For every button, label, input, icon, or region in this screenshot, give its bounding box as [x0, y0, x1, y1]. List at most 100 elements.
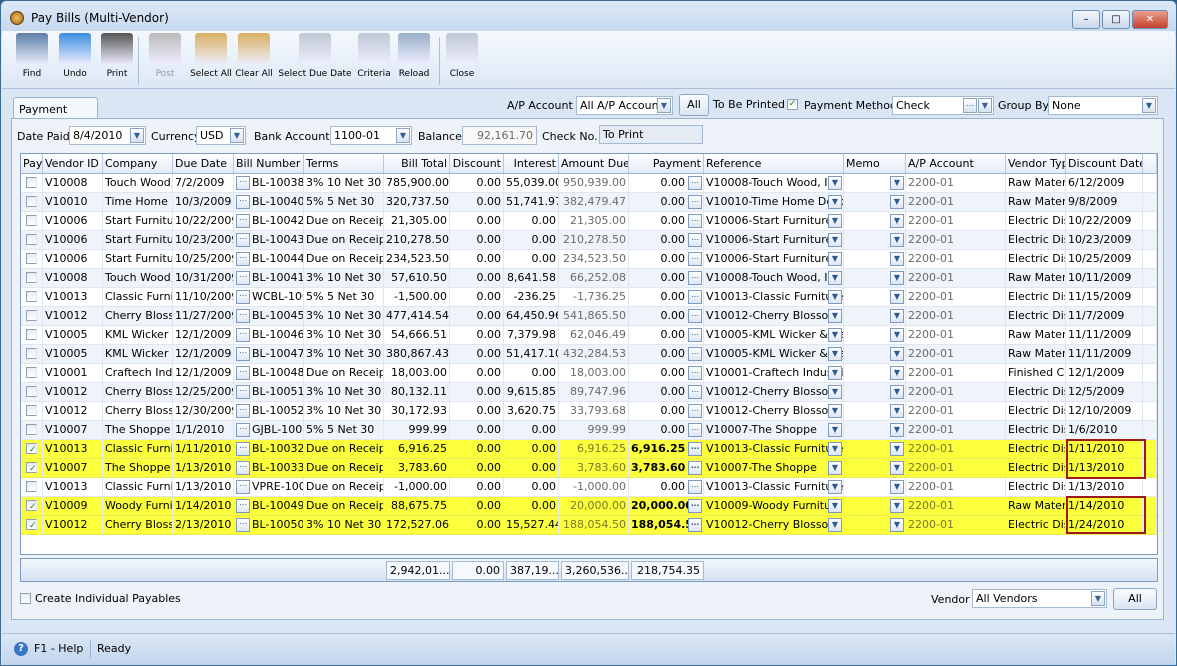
cell-memo[interactable]: ▼ — [844, 326, 906, 344]
column-header[interactable]: Reference — [704, 154, 844, 173]
cell-reference[interactable]: V10006-Start Furniture ▼ — [704, 231, 844, 249]
cell-payment[interactable]: 0.00 ⋯ — [629, 212, 704, 230]
vendor-all-button[interactable]: All — [1113, 588, 1157, 610]
pay-checkbox[interactable]: ✓ — [26, 462, 37, 473]
cell-bill-number[interactable]: ⋯ BL-10044 — [234, 250, 304, 268]
create-individual-payables-checkbox[interactable] — [20, 593, 31, 604]
cell-memo[interactable]: ▼ — [844, 345, 906, 363]
cell-pay[interactable] — [21, 174, 43, 192]
print-button[interactable]: Print — [97, 33, 137, 79]
cell-memo[interactable]: ▼ — [844, 383, 906, 401]
cell-reference[interactable]: V10013-Classic Furniture ▼ — [704, 478, 844, 496]
ellipsis-icon[interactable]: ⋯ — [688, 366, 702, 380]
cell-memo[interactable]: ▼ — [844, 516, 906, 534]
cell-reference[interactable]: V10005-KML Wicker & Ra ▼ — [704, 345, 844, 363]
chevron-down-icon[interactable]: ▼ — [1142, 98, 1156, 113]
cell-pay[interactable]: ✓ — [21, 440, 43, 458]
reload-button[interactable]: Reload — [396, 33, 432, 79]
table-row[interactable]: V10013 Classic Furnit 11/10/2009 ⋯ WCBL-100 5… — [21, 288, 1157, 307]
cell-reference[interactable]: V10013-Classic Furniture ▼ — [704, 288, 844, 306]
chevron-down-icon[interactable]: ▼ — [890, 176, 904, 190]
cell-reference[interactable]: V10012-Cherry Blossom D ▼ — [704, 383, 844, 401]
table-row[interactable]: V10010Time Home De10/3/2009⋯BL-100405% 5… — [21, 193, 1157, 212]
cell-payment[interactable]: 0.00 ⋯ — [629, 383, 704, 401]
chevron-down-icon[interactable]: ▼ — [828, 214, 842, 228]
pay-checkbox[interactable] — [26, 253, 37, 264]
chevron-down-icon[interactable]: ▼ — [828, 461, 842, 475]
cell-bill-number[interactable]: ⋯ BL-10046 — [234, 326, 304, 344]
vendor-select[interactable]: All Vendors ▼ — [972, 589, 1107, 608]
ellipsis-icon[interactable]: ⋯ — [688, 252, 702, 266]
table-row[interactable]: V10007 The Shoppe 1/1/2010 ⋯ GJBL-1000 5% 5 N… — [21, 421, 1157, 440]
table-row[interactable]: V10008 Touch Wood, 7/2/2009 ⋯ BL-10038 3% 10 … — [21, 174, 1157, 193]
cell-pay[interactable]: ✓ — [21, 497, 43, 515]
select-due-date-button[interactable]: Select Due Date — [276, 33, 354, 79]
cell-bill-number[interactable]: ⋯ BL-10047 — [234, 345, 304, 363]
cell-pay[interactable] — [21, 307, 43, 325]
table-row[interactable]: V10005 KML Wicker & 12/1/2009 ⋯ BL-10046 3% 1… — [21, 326, 1157, 345]
cell-payment[interactable]: 188,054.50 ⋯ — [629, 516, 704, 534]
ellipsis-icon[interactable]: ⋯ — [236, 518, 250, 532]
chevron-down-icon[interactable]: ▼ — [130, 128, 144, 143]
cell-reference[interactable]: V10012-Cherry Blossom D ▼ — [704, 516, 844, 534]
ellipsis-icon[interactable]: ⋯ — [236, 271, 250, 285]
cell-reference[interactable]: V10001-Craftech Industri ▼ — [704, 364, 844, 382]
cell-pay[interactable] — [21, 383, 43, 401]
pay-checkbox[interactable] — [26, 367, 37, 378]
pay-checkbox[interactable] — [26, 196, 37, 207]
cell-bill-number[interactable]: ⋯ BL-10033 — [234, 459, 304, 477]
chevron-down-icon[interactable]: ▼ — [890, 442, 904, 456]
column-header[interactable]: A/P Account — [906, 154, 1006, 173]
cell-reference[interactable]: V10013-Classic Furniture ▼ — [704, 440, 844, 458]
group-by-select[interactable]: None ▼ — [1048, 96, 1158, 115]
chevron-down-icon[interactable]: ▼ — [828, 423, 842, 437]
chevron-down-icon[interactable]: ▼ — [828, 233, 842, 247]
chevron-down-icon[interactable]: ▼ — [828, 499, 842, 513]
chevron-down-icon[interactable]: ▼ — [828, 290, 842, 304]
cell-memo[interactable]: ▼ — [844, 440, 906, 458]
table-row[interactable]: V10006 Start Furnitur 10/23/2009 ⋯ BL-10043 D… — [21, 231, 1157, 250]
chevron-down-icon[interactable]: ▼ — [890, 499, 904, 513]
column-header[interactable]: Vendor Typ — [1006, 154, 1066, 173]
chevron-down-icon[interactable]: ▼ — [890, 271, 904, 285]
chevron-down-icon[interactable]: ▼ — [828, 195, 842, 209]
cell-bill-number[interactable]: ⋯ BL-10042 — [234, 212, 304, 230]
cell-memo[interactable]: ▼ — [844, 364, 906, 382]
cell-pay[interactable] — [21, 326, 43, 344]
cell-payment[interactable]: 0.00 ⋯ — [629, 250, 704, 268]
ellipsis-icon[interactable]: ⋯ — [236, 404, 250, 418]
ellipsis-icon[interactable]: ⋯ — [688, 271, 702, 285]
cell-reference[interactable]: V10006-Start Furniture ▼ — [704, 212, 844, 230]
bank-account-select[interactable]: 1100-01 ▼ — [330, 126, 412, 145]
ellipsis-icon[interactable]: ⋯ — [236, 385, 250, 399]
chevron-down-icon[interactable]: ▼ — [890, 309, 904, 323]
column-header[interactable]: Due Date — [173, 154, 234, 173]
table-row[interactable]: V10005 KML Wicker & 12/1/2009 ⋯ BL-10047 3% 1… — [21, 345, 1157, 364]
column-header[interactable]: Pay — [21, 154, 43, 173]
pay-checkbox[interactable]: ✓ — [26, 519, 37, 530]
pay-checkbox[interactable] — [26, 215, 37, 226]
cell-bill-number[interactable]: ⋯ BL-10048 — [234, 364, 304, 382]
ellipsis-icon[interactable]: ⋯ — [688, 480, 702, 494]
chevron-down-icon[interactable]: ▼ — [828, 518, 842, 532]
chevron-down-icon[interactable]: ▼ — [828, 252, 842, 266]
pay-checkbox[interactable] — [26, 481, 37, 492]
chevron-down-icon[interactable]: ▼ — [396, 128, 410, 143]
ellipsis-icon[interactable]: ⋯ — [688, 309, 702, 323]
cell-reference[interactable]: V10012-Cherry Blossom D ▼ — [704, 307, 844, 325]
cell-reference[interactable]: V10007-The Shoppe ▼ — [704, 421, 844, 439]
ellipsis-icon[interactable]: ⋯ — [688, 233, 702, 247]
cell-payment[interactable]: 0.00 ⋯ — [629, 364, 704, 382]
cell-memo[interactable]: ▼ — [844, 288, 906, 306]
ellipsis-icon[interactable]: ⋯ — [236, 233, 250, 247]
ellipsis-icon[interactable]: ⋯ — [688, 404, 702, 418]
cell-pay[interactable]: ✓ — [21, 459, 43, 477]
pay-checkbox[interactable] — [26, 424, 37, 435]
ellipsis-icon[interactable]: ⋯ — [236, 499, 250, 513]
chevron-down-icon[interactable]: ▼ — [890, 195, 904, 209]
maximize-button[interactable]: □ — [1102, 10, 1130, 29]
column-header[interactable]: Interest — [504, 154, 559, 173]
pay-checkbox[interactable] — [26, 329, 37, 340]
table-row[interactable]: ✓ V10007 The Shoppe 1/13/2010 ⋯ BL-10033 Due o… — [21, 459, 1157, 478]
table-row[interactable]: V10006 Start Furnitur 10/22/2009 ⋯ BL-10042 D… — [21, 212, 1157, 231]
